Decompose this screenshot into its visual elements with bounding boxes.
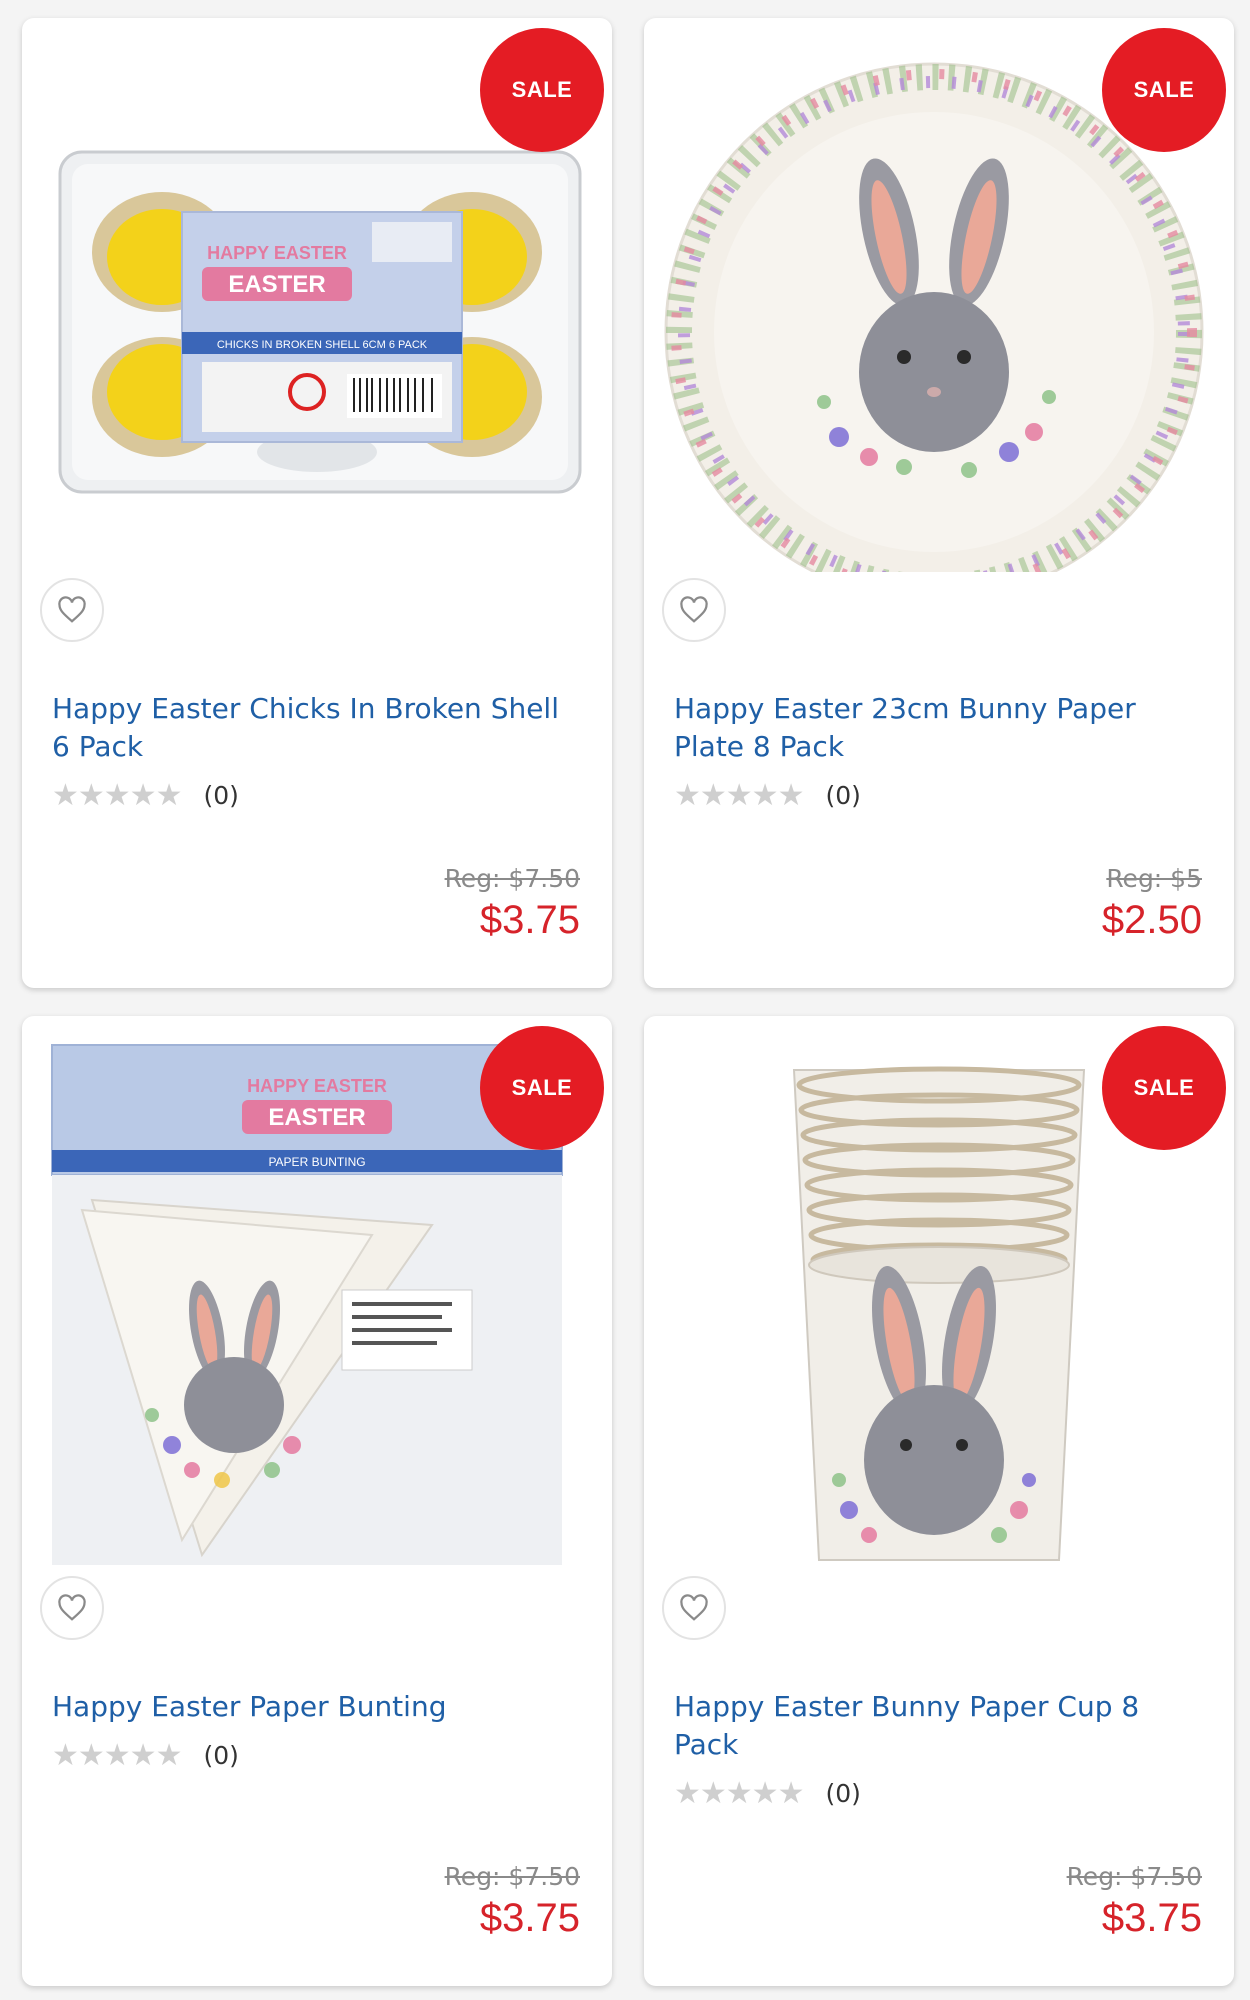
package-sublabel: PAPER BUNTING [268, 1155, 365, 1169]
package-label-small: HAPPY EASTER [247, 1076, 387, 1096]
product-card[interactable]: HAPPY EASTER EASTER CHICKS IN BROKEN SHE… [22, 18, 612, 988]
package-label-small: HAPPY EASTER [207, 243, 347, 263]
star-rating-icon: ★★★★★ [674, 1776, 804, 1811]
product-title-link[interactable]: Happy Easter Paper Bunting [52, 1688, 572, 1726]
star-rating-icon: ★★★★★ [674, 778, 804, 813]
svg-text:EASTER: EASTER [268, 1104, 365, 1131]
heart-icon [680, 596, 708, 623]
svg-text:EASTER: EASTER [228, 271, 325, 298]
rating: ★★★★★ (0) [52, 778, 239, 813]
rating: ★★★★★ (0) [674, 778, 861, 813]
review-count[interactable]: (0) [825, 1779, 860, 1808]
rating: ★★★★★ (0) [52, 1738, 239, 1773]
regular-price: Reg: $7.50 [444, 864, 580, 893]
sale-badge: SALE [480, 28, 604, 152]
regular-price: Reg: $5 [1106, 864, 1202, 893]
wishlist-button[interactable] [662, 1576, 726, 1640]
sale-price: $3.75 [479, 898, 580, 942]
heart-icon [58, 1594, 86, 1621]
regular-price: Reg: $7.50 [444, 1862, 580, 1891]
star-rating-icon: ★★★★★ [52, 1738, 182, 1773]
product-title-link[interactable]: Happy Easter Bunny Paper Cup 8 Pack [674, 1688, 1194, 1764]
regular-price: Reg: $7.50 [1066, 1862, 1202, 1891]
sale-price: $2.50 [1101, 898, 1202, 942]
review-count[interactable]: (0) [203, 1741, 238, 1770]
product-title-link[interactable]: Happy Easter Chicks In Broken Shell 6 Pa… [52, 690, 572, 766]
sale-price: $3.75 [1101, 1896, 1202, 1940]
product-card[interactable]: HAPPY EASTER EASTER PAPER BUNTING SALE H… [22, 1016, 612, 1986]
review-count[interactable]: (0) [825, 781, 860, 810]
wishlist-button[interactable] [40, 1576, 104, 1640]
rating: ★★★★★ (0) [674, 1776, 861, 1811]
package-sublabel: CHICKS IN BROKEN SHELL 6CM 6 PACK [217, 339, 428, 351]
wishlist-button[interactable] [40, 578, 104, 642]
wishlist-button[interactable] [662, 578, 726, 642]
sale-badge: SALE [480, 1026, 604, 1150]
sale-price: $3.75 [479, 1896, 580, 1940]
product-card[interactable]: SALE Happy Easter 23cm Bunny Paper Plate… [644, 18, 1234, 988]
heart-icon [680, 1594, 708, 1621]
sale-badge: SALE [1102, 28, 1226, 152]
product-title-link[interactable]: Happy Easter 23cm Bunny Paper Plate 8 Pa… [674, 690, 1194, 766]
star-rating-icon: ★★★★★ [52, 778, 182, 813]
heart-icon [58, 596, 86, 623]
review-count[interactable]: (0) [203, 781, 238, 810]
sale-badge: SALE [1102, 1026, 1226, 1150]
product-card[interactable]: SALE Happy Easter Bunny Paper Cup 8 Pack… [644, 1016, 1234, 1986]
